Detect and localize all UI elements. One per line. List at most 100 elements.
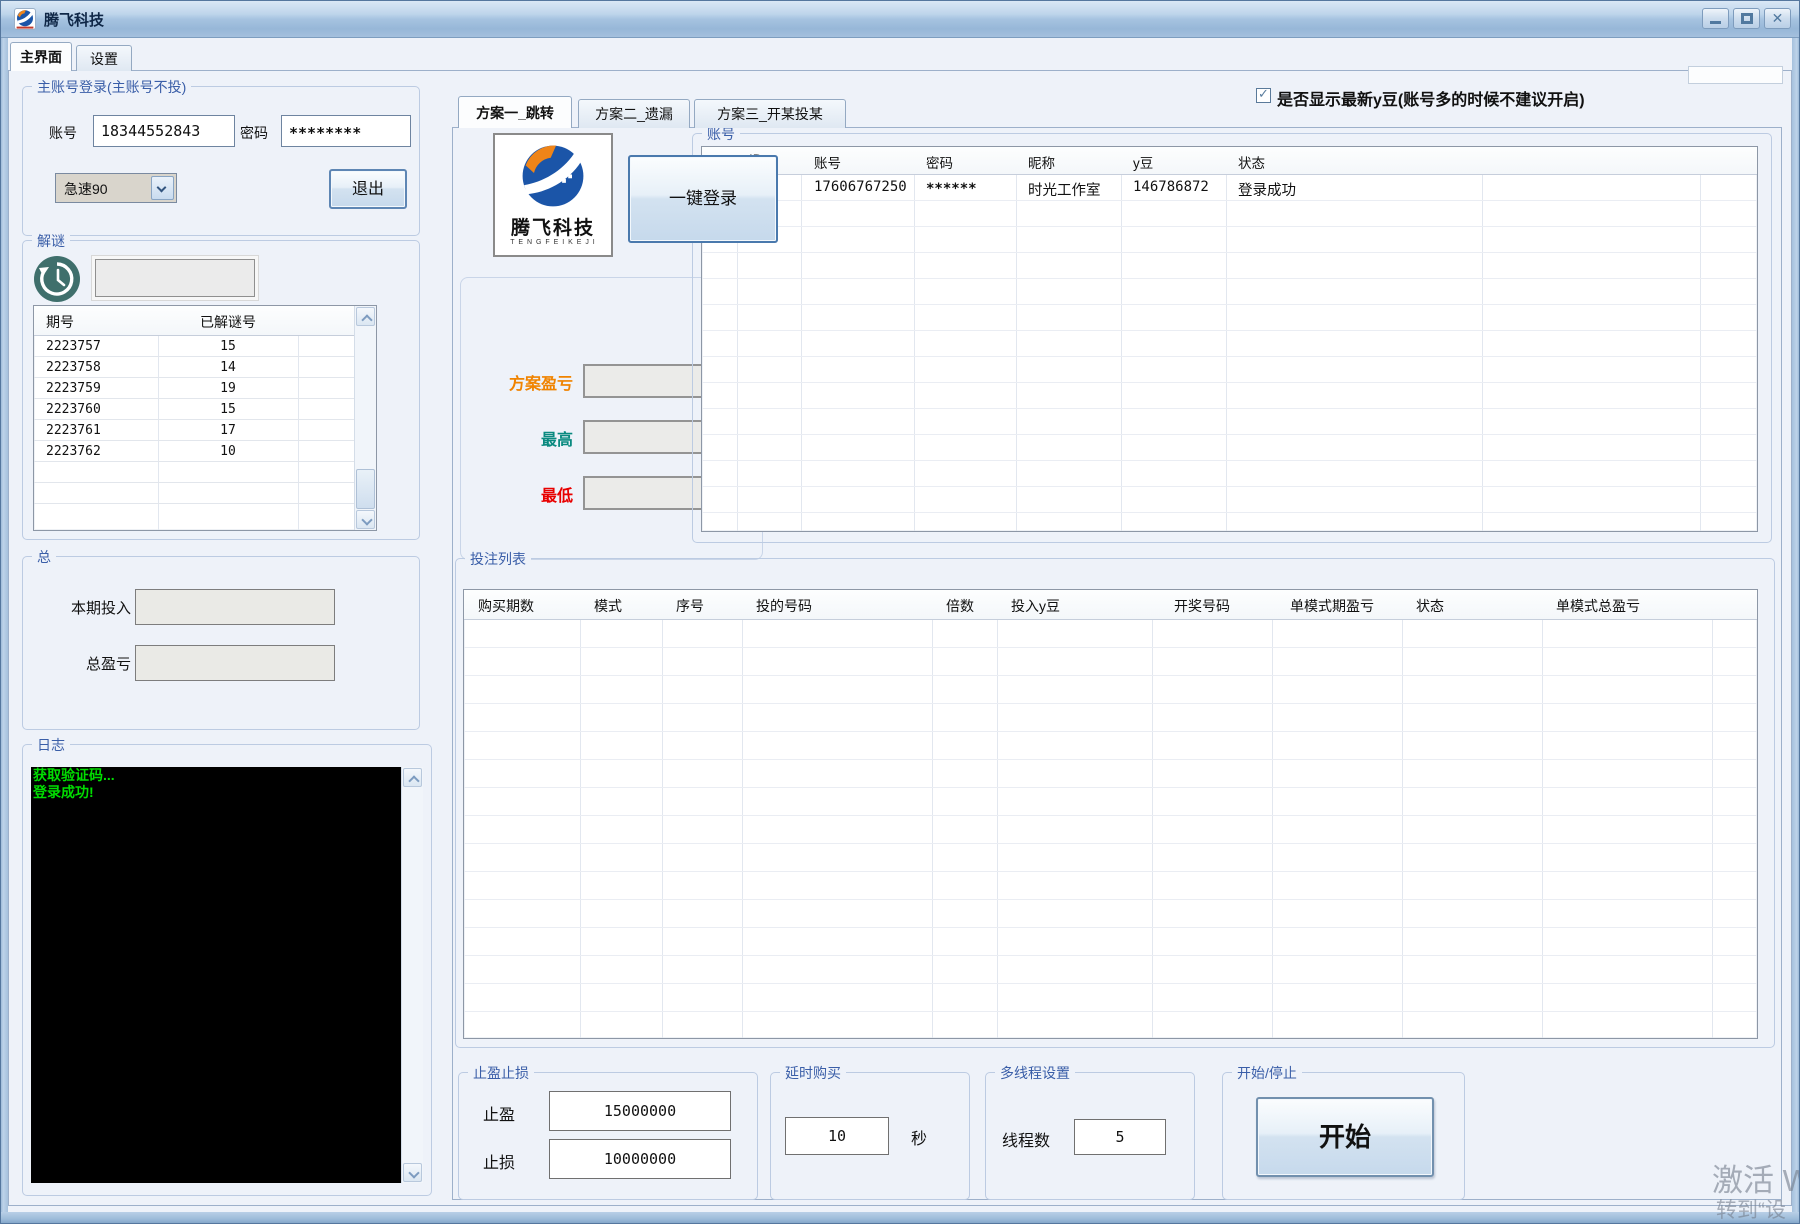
password-label: 密码 xyxy=(240,123,268,143)
scroll-down-button[interactable] xyxy=(356,510,375,529)
table-row[interactable]: 2223761 17 xyxy=(34,420,356,441)
maximize-button[interactable] xyxy=(1733,8,1760,29)
chevron-down-icon xyxy=(157,183,167,193)
scroll-down-button[interactable] xyxy=(403,1163,422,1182)
tab-settings[interactable]: 设置 xyxy=(76,45,132,71)
brand-name: 腾飞科技 xyxy=(495,219,611,239)
col-status: 状态 xyxy=(1416,596,1444,616)
titlebar[interactable]: 腾飞科技 ✕ xyxy=(0,0,1800,38)
col-issue: 期号 xyxy=(46,312,74,332)
account-rows-grid xyxy=(702,175,1757,532)
col-multiple: 倍数 xyxy=(946,596,974,616)
table-row[interactable]: 2223759 19 xyxy=(34,378,356,399)
table-row[interactable]: 2223762 10 xyxy=(34,441,356,462)
cell-solved: 10 xyxy=(158,444,298,459)
cell-solved: 19 xyxy=(158,381,298,396)
col-status: 状态 xyxy=(1238,152,1265,172)
col-draw-number: 开奖号码 xyxy=(1174,596,1230,616)
delay-group: 延时购买 10 秒 xyxy=(770,1072,970,1200)
puzzle-input[interactable] xyxy=(95,259,255,297)
col-account: 账号 xyxy=(814,152,841,172)
cell-issue: 2223762 xyxy=(46,444,101,459)
log-scrollbar[interactable] xyxy=(401,767,423,1183)
maximize-icon xyxy=(1741,13,1753,24)
puzzle-group: 解谜 期号 已解谜号 2223757 15 2223758 14 xyxy=(22,240,420,540)
start-stop-group: 开始/停止 开始 xyxy=(1222,1072,1465,1200)
thread-group-title: 多线程设置 xyxy=(995,1063,1075,1083)
puzzle-scrollbar[interactable] xyxy=(354,306,376,530)
logout-button[interactable]: 退出 xyxy=(329,169,407,209)
history-clock-icon xyxy=(33,255,81,303)
cell-solved: 15 xyxy=(158,339,298,354)
account-table-header: ID 账号 密码 昵称 y豆 状态 xyxy=(702,147,1757,175)
speed-select[interactable]: 急速90 xyxy=(55,173,177,203)
col-seq: 序号 xyxy=(676,596,704,616)
thread-group: 多线程设置 线程数 5 xyxy=(985,1072,1195,1200)
log-line: 登录成功! xyxy=(31,784,401,801)
tab-scheme-2[interactable]: 方案二_遗漏 xyxy=(578,99,690,128)
low-label: 最低 xyxy=(481,482,573,506)
table-row[interactable]: 2223757 15 xyxy=(34,336,356,357)
thread-count-label: 线程数 xyxy=(1002,1127,1050,1151)
cell-issue: 2223757 xyxy=(46,339,101,354)
col-ydou: y豆 xyxy=(1133,152,1153,172)
blank-field xyxy=(1688,66,1783,84)
table-row[interactable]: 2223760 15 xyxy=(34,399,356,420)
table-row[interactable]: 2223758 14 xyxy=(34,357,356,378)
password-input[interactable]: ******** xyxy=(281,115,411,147)
puzzle-table-header: 期号 已解谜号 xyxy=(34,306,376,336)
col-password: 密码 xyxy=(926,152,953,172)
stop-group-title: 止盈止损 xyxy=(468,1063,534,1083)
cell-solved: 14 xyxy=(158,360,298,375)
delay-unit-label: 秒 xyxy=(911,1125,927,1149)
log-group-title: 日志 xyxy=(32,735,70,755)
stop-profit-label: 止盈 xyxy=(483,1101,515,1125)
login-group: 主账号登录(主账号不投) 账号 18344552843 密码 ******** … xyxy=(22,86,420,236)
cell-issue: 2223760 xyxy=(46,402,101,417)
scroll-thumb[interactable] xyxy=(356,469,375,509)
totals-group-title: 总 xyxy=(32,547,56,567)
high-label: 最高 xyxy=(481,426,573,450)
total-profit-label: 总盈亏 xyxy=(49,653,131,674)
account-table[interactable]: ID 账号 密码 昵称 y豆 状态 1 17606767250 ****** 时… xyxy=(701,146,1758,532)
cell-issue: 2223761 xyxy=(46,423,101,438)
scroll-up-button[interactable] xyxy=(403,768,422,787)
current-invest-field xyxy=(135,589,335,625)
delay-group-title: 延时购买 xyxy=(780,1063,846,1083)
brand-logo-icon xyxy=(514,138,592,214)
delay-input[interactable]: 10 xyxy=(785,1117,889,1155)
start-button[interactable]: 开始 xyxy=(1256,1097,1434,1177)
one-click-login-button[interactable]: 一键登录 xyxy=(628,155,778,243)
scroll-up-button[interactable] xyxy=(356,307,375,326)
puzzle-table[interactable]: 期号 已解谜号 2223757 15 2223758 14 2223759 19… xyxy=(33,305,377,531)
window-border-bottom xyxy=(0,1212,1800,1224)
cell-nickname: 时光工作室 xyxy=(1028,179,1101,200)
window-border-right xyxy=(1792,0,1800,1224)
col-invest-ydou: 投入y豆 xyxy=(1011,596,1060,616)
stop-loss-input[interactable]: 10000000 xyxy=(549,1139,731,1179)
window-border-left xyxy=(0,0,8,1224)
col-mode: 模式 xyxy=(594,596,622,616)
speed-select-arrow-button[interactable] xyxy=(151,176,174,200)
tab-scheme-3[interactable]: 方案三_开某投某 xyxy=(694,99,846,128)
totals-group: 总 本期投入 总盈亏 xyxy=(22,556,420,730)
account-input[interactable]: 18344552843 xyxy=(93,115,235,147)
bet-list-table[interactable]: 购买期数 模式 序号 投的号码 倍数 投入y豆 开奖号码 单模式期盈亏 状态 单… xyxy=(463,589,1758,1039)
current-invest-label: 本期投入 xyxy=(49,597,131,618)
stop-profit-input[interactable]: 15000000 xyxy=(549,1091,731,1131)
thread-count-input[interactable]: 5 xyxy=(1074,1119,1166,1155)
tab-main[interactable]: 主界面 xyxy=(10,42,72,71)
bet-list-group: 投注列表 购买期数 模式 序号 投的号码 倍数 投入y豆 开奖号码 单模式期盈亏… xyxy=(455,558,1775,1048)
cell-issue: 2223758 xyxy=(46,360,101,375)
col-bet-number: 投的号码 xyxy=(756,596,812,616)
cell-issue: 2223759 xyxy=(46,381,101,396)
stop-loss-label: 止损 xyxy=(483,1149,515,1173)
minimize-button[interactable] xyxy=(1702,8,1729,29)
close-button[interactable]: ✕ xyxy=(1764,8,1791,29)
col-nickname: 昵称 xyxy=(1028,152,1055,172)
log-console[interactable]: 获取验证码... 登录成功! xyxy=(31,767,401,1183)
table-row[interactable]: 1 17606767250 ****** 时光工作室 146786872 登录成… xyxy=(702,175,1758,201)
speed-select-value: 急速90 xyxy=(64,179,108,199)
cell-account: 17606767250 xyxy=(814,179,907,195)
tab-scheme-1[interactable]: 方案一_跳转 xyxy=(458,96,572,128)
